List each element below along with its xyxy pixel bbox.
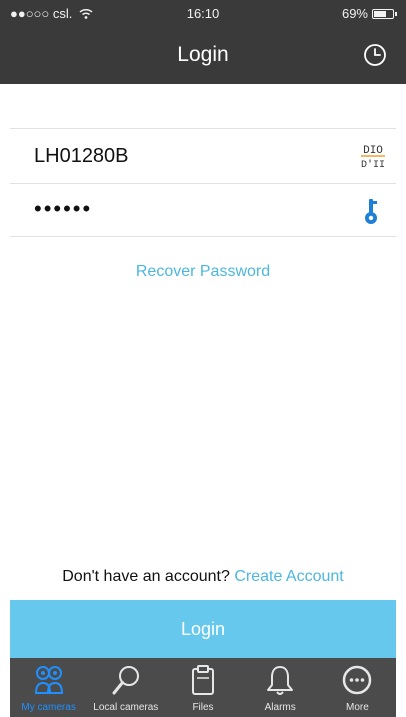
login-button[interactable]: Login bbox=[10, 600, 396, 658]
tab-local-cameras[interactable]: Local cameras bbox=[87, 658, 164, 717]
svg-text:D'II: D'II bbox=[361, 159, 385, 171]
qr-scan-icon: DIO D'II bbox=[361, 145, 385, 171]
tab-my-cameras[interactable]: My cameras bbox=[10, 658, 87, 717]
key-icon bbox=[365, 199, 377, 224]
clock-icon bbox=[364, 44, 386, 66]
tab-label: My cameras bbox=[21, 702, 76, 713]
key-button[interactable] bbox=[358, 196, 388, 226]
battery-percent: 69% bbox=[341, 6, 368, 21]
battery-icon bbox=[372, 8, 397, 19]
battery-indicator: 69% bbox=[341, 6, 397, 21]
tab-more[interactable]: More bbox=[319, 658, 396, 717]
tab-files[interactable]: Files bbox=[164, 658, 241, 717]
username-field[interactable] bbox=[34, 141, 334, 171]
status-bar: ●●○○○ csl. 16:10 69% bbox=[0, 0, 406, 26]
tab-label: More bbox=[346, 702, 369, 713]
clipboard-icon bbox=[192, 665, 214, 695]
more-icon bbox=[343, 665, 372, 695]
username-row: DIO D'II bbox=[10, 128, 396, 182]
tab-label: Local cameras bbox=[93, 702, 159, 713]
cameras-icon bbox=[34, 666, 63, 694]
recover-password-link[interactable]: Recover Password bbox=[0, 263, 406, 281]
tab-alarms[interactable]: Alarms bbox=[242, 658, 319, 717]
tab-bar: My cameras Local cameras Files Alarms Mo… bbox=[10, 658, 396, 717]
search-icon bbox=[112, 666, 139, 695]
tab-label: Alarms bbox=[264, 702, 296, 713]
nav-bar: Login bbox=[0, 26, 406, 84]
qr-scan-button[interactable]: DIO D'II bbox=[358, 141, 388, 171]
create-account-link[interactable]: Create Account bbox=[234, 568, 343, 585]
history-button[interactable] bbox=[362, 42, 388, 68]
signup-prompt: Don't have an account? Create Account bbox=[0, 568, 406, 586]
password-field[interactable]: •••••• bbox=[34, 196, 334, 226]
password-row: •••••• bbox=[10, 183, 396, 237]
svg-text:DIO: DIO bbox=[363, 145, 383, 157]
bell-icon bbox=[267, 666, 294, 695]
page-title: Login bbox=[177, 43, 229, 66]
tab-label: Files bbox=[192, 702, 214, 713]
signup-text: Don't have an account? bbox=[62, 568, 230, 585]
